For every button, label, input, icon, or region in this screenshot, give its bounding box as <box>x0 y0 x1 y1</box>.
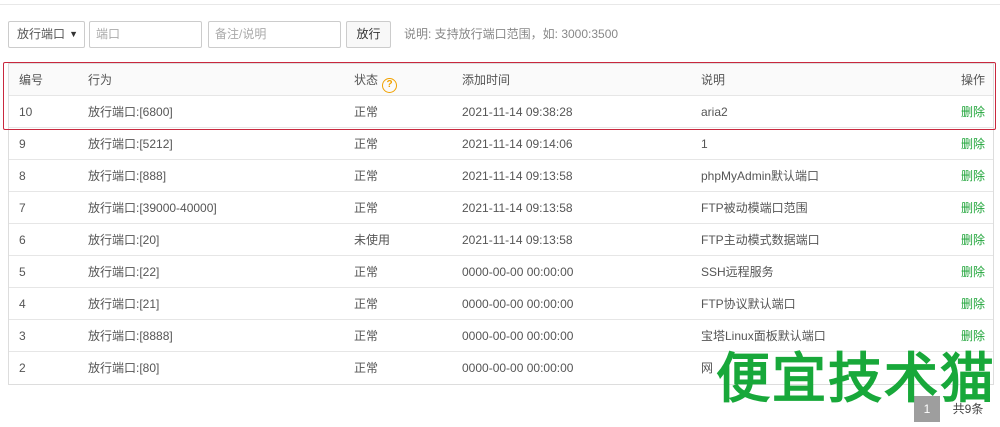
cell-action: 放行端口:[80] <box>88 361 160 375</box>
cell-time: 2021-11-14 09:14:06 <box>462 137 573 151</box>
cell-id: 8 <box>19 169 26 183</box>
header-status-label: 状态 <box>354 73 379 87</box>
table-row: 9 放行端口:[5212] 正常 2021-11-14 09:14:06 1 删… <box>9 128 993 160</box>
cell-note: phpMyAdmin默认端口 <box>701 169 820 183</box>
cell-note: SSH远程服务 <box>701 265 774 279</box>
cell-time: 0000-00-00 00:00:00 <box>462 265 574 279</box>
table-row: 5 放行端口:[22] 正常 0000-00-00 00:00:00 SSH远程… <box>9 256 993 288</box>
cell-status: 未使用 <box>354 233 391 247</box>
header-op: 操作 <box>960 73 985 87</box>
action-select-value: 放行端口 <box>17 27 66 41</box>
cell-note: FTP被动模端口范围 <box>701 201 808 215</box>
cell-id: 9 <box>19 137 26 151</box>
cell-time: 0000-00-00 00:00:00 <box>462 329 574 343</box>
cell-time: 0000-00-00 00:00:00 <box>462 361 574 375</box>
cell-status: 正常 <box>354 201 379 215</box>
cell-time: 2021-11-14 09:13:58 <box>462 201 573 215</box>
help-icon[interactable]: ? <box>382 78 398 93</box>
action-select[interactable]: 放行端口 ▼ <box>8 21 85 48</box>
cell-time: 2021-11-14 09:38:28 <box>462 105 573 119</box>
cell-time: 0000-00-00 00:00:00 <box>462 297 574 311</box>
note-input[interactable]: 备注/说明 <box>208 21 341 48</box>
cell-note: 1 <box>701 137 708 151</box>
chevron-down-icon: ▼ <box>69 29 78 39</box>
cell-id: 4 <box>19 297 26 311</box>
cell-note: FTP协议默认端口 <box>701 297 796 311</box>
table-row: 4 放行端口:[21] 正常 0000-00-00 00:00:00 FTP协议… <box>9 288 993 320</box>
cell-id: 10 <box>19 105 33 119</box>
delete-link[interactable]: 删除 <box>961 256 985 288</box>
watermark-logo: 便宜技术猫 <box>716 347 996 410</box>
port-input[interactable]: 端口 <box>89 21 202 48</box>
port-hint: 说明: 支持放行端口范围，如: 3000:3500 <box>404 27 619 41</box>
table-row: 8 放行端口:[888] 正常 2021-11-14 09:13:58 phpM… <box>9 160 993 192</box>
delete-link[interactable]: 删除 <box>961 160 985 192</box>
cell-status: 正常 <box>354 105 379 119</box>
table-row: 7 放行端口:[39000-40000] 正常 2021-11-14 09:13… <box>9 192 993 224</box>
delete-link[interactable]: 删除 <box>961 128 985 160</box>
cell-note: aria2 <box>701 105 728 119</box>
top-divider <box>0 4 1000 5</box>
cell-action: 放行端口:[888] <box>88 169 167 183</box>
header-action: 行为 <box>88 73 113 87</box>
cell-note: 网 <box>701 361 714 375</box>
cell-status: 正常 <box>354 361 379 375</box>
table-row: 6 放行端口:[20] 未使用 2021-11-14 09:13:58 FTP主… <box>9 224 993 256</box>
cell-id: 2 <box>19 361 26 375</box>
cell-action: 放行端口:[6800] <box>88 105 173 119</box>
cell-status: 正常 <box>354 297 379 311</box>
cell-action: 放行端口:[21] <box>88 297 160 311</box>
cell-id: 7 <box>19 201 26 215</box>
cell-status: 正常 <box>354 265 379 279</box>
cell-action: 放行端口:[20] <box>88 233 160 247</box>
cell-action: 放行端口:[39000-40000] <box>88 201 217 215</box>
cell-status: 正常 <box>354 137 379 151</box>
cell-time: 2021-11-14 09:13:58 <box>462 169 573 183</box>
cell-status: 正常 <box>354 329 379 343</box>
header-note: 说明 <box>701 73 726 87</box>
header-id: 编号 <box>19 73 44 87</box>
delete-link[interactable]: 删除 <box>961 224 985 256</box>
table-row: 10 放行端口:[6800] 正常 2021-11-14 09:38:28 ar… <box>9 96 993 128</box>
table-header: 编号 行为 状态? 添加时间 说明 操作 <box>9 64 993 96</box>
cell-id: 5 <box>19 265 26 279</box>
cell-time: 2021-11-14 09:13:58 <box>462 233 573 247</box>
cell-action: 放行端口:[8888] <box>88 329 173 343</box>
cell-id: 6 <box>19 233 26 247</box>
cell-action: 放行端口:[22] <box>88 265 160 279</box>
header-status: 状态? <box>354 64 398 96</box>
firewall-rules-table: 编号 行为 状态? 添加时间 说明 操作 10 放行端口:[6800] 正常 2… <box>8 63 994 385</box>
cell-status: 正常 <box>354 169 379 183</box>
delete-link[interactable]: 删除 <box>961 288 985 320</box>
cell-action: 放行端口:[5212] <box>88 137 173 151</box>
cell-id: 3 <box>19 329 26 343</box>
allow-button[interactable]: 放行 <box>346 21 391 48</box>
delete-link[interactable]: 删除 <box>961 192 985 224</box>
header-time: 添加时间 <box>462 73 511 87</box>
cell-note: FTP主动模式数据端口 <box>701 233 820 247</box>
firewall-toolbar: 放行端口 ▼ 端口 备注/说明 放行 说明: 支持放行端口范围，如: 3000:… <box>8 21 992 48</box>
delete-link[interactable]: 删除 <box>961 96 985 128</box>
